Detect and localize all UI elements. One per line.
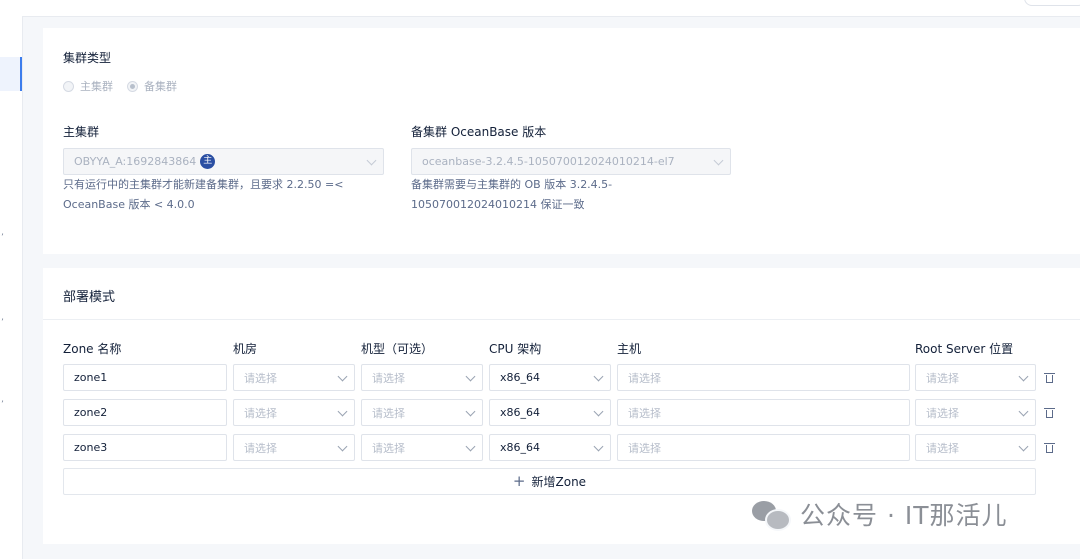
help-line: 只有运行中的主集群才能新建备集群，且要求 2.2.50 =<	[63, 178, 344, 191]
chevron-down-icon	[713, 155, 724, 166]
help-line: OceanBase 版本 < 4.0.0	[63, 198, 195, 211]
trash-icon[interactable]	[1044, 408, 1055, 418]
top-bar-button[interactable]	[1024, 0, 1080, 6]
chevron-down-icon	[593, 441, 604, 452]
radio-circle-checked[interactable]	[127, 80, 138, 92]
primary-badge: 主	[200, 154, 216, 169]
chevron-down-icon	[465, 441, 476, 452]
placeholder: 请选择	[244, 406, 277, 420]
root-server-select[interactable]: 请选择	[915, 434, 1036, 461]
machine-type-select[interactable]: 请选择	[361, 364, 483, 391]
help-line: 备集群需要与主集群的 OB 版本 3.2.4.5-	[411, 178, 613, 191]
cpu-arch-value: x86_64	[500, 371, 541, 384]
sidebar-collapse-mark: ʼ	[1, 318, 4, 328]
cluster-settings-card: 集群类型 主集群 备集群 主集群 OBYYA_A:1692843864 主 只有…	[43, 28, 1080, 254]
add-zone-label: 新增Zone	[531, 475, 587, 489]
primary-cluster-value: OBYYA_A:1692843864	[74, 155, 197, 168]
standby-version-label: 备集群 OceanBase 版本	[411, 125, 547, 139]
zone-name-input[interactable]: zone3	[63, 434, 227, 461]
sidebar: ʼ ʼ ʼ	[0, 0, 23, 559]
chevron-down-icon	[465, 371, 476, 382]
placeholder: 请选择	[926, 441, 959, 455]
watermark-text: 公众号 · IT那活儿	[800, 501, 1008, 530]
root-server-select[interactable]: 请选择	[915, 399, 1036, 426]
help-line: 105070012024010214 保证一致	[411, 198, 585, 211]
col-host: 主机	[617, 342, 642, 356]
radio-standby[interactable]: 备集群	[127, 78, 177, 94]
chevron-down-icon	[337, 406, 348, 417]
col-machine-type: 机型（可选）	[361, 342, 434, 356]
host-select[interactable]: 请选择	[617, 399, 910, 426]
chevron-down-icon	[465, 406, 476, 417]
chevron-down-icon	[593, 406, 604, 417]
radio-standby-label: 备集群	[144, 80, 177, 93]
zone-name-input[interactable]: zone2	[63, 399, 227, 426]
deploy-mode-title: 部署模式	[63, 290, 116, 305]
plus-icon: +	[512, 472, 526, 490]
zone-name-input[interactable]: zone1	[63, 364, 227, 391]
col-zone-name: Zone 名称	[63, 342, 122, 356]
standby-version-select[interactable]: oceanbase-3.2.4.5-105070012024010214-el7	[411, 148, 731, 175]
placeholder: 请选择	[926, 371, 959, 385]
placeholder: 请选择	[628, 371, 661, 385]
sidebar-collapse-mark: ʼ	[1, 233, 4, 243]
primary-cluster-label: 主集群	[63, 125, 100, 139]
idc-select[interactable]: 请选择	[233, 364, 355, 391]
host-select[interactable]: 请选择	[617, 434, 910, 461]
chevron-down-icon	[593, 371, 604, 382]
wechat-icon	[752, 499, 791, 531]
cpu-arch-select[interactable]: x86_64	[489, 434, 611, 461]
cpu-arch-value: x86_64	[500, 406, 541, 419]
col-idc: 机房	[233, 342, 258, 356]
watermark: 公众号 · IT那活儿	[752, 496, 1008, 532]
idc-select[interactable]: 请选择	[233, 399, 355, 426]
chevron-down-icon	[1018, 406, 1029, 417]
cluster-type-radio-group: 主集群 备集群	[63, 78, 185, 94]
primary-cluster-help: 只有运行中的主集群才能新建备集群，且要求 2.2.50 =< OceanBase…	[63, 175, 343, 215]
cluster-type-label: 集群类型	[63, 51, 112, 65]
trash-icon[interactable]	[1044, 443, 1055, 453]
trash-icon[interactable]	[1044, 373, 1055, 383]
chevron-down-icon	[1018, 371, 1029, 382]
placeholder: 请选择	[628, 406, 661, 420]
machine-type-select[interactable]: 请选择	[361, 434, 483, 461]
divider	[43, 319, 1080, 320]
chevron-down-icon	[337, 371, 348, 382]
top-bar	[22, 0, 1080, 17]
sidebar-active-item[interactable]	[0, 57, 22, 91]
placeholder: 请选择	[244, 441, 277, 455]
placeholder: 请选择	[372, 371, 405, 385]
chevron-down-icon	[337, 441, 348, 452]
sidebar-collapse-mark: ʼ	[1, 400, 4, 410]
primary-cluster-select[interactable]: OBYYA_A:1692843864 主	[63, 148, 384, 175]
placeholder: 请选择	[926, 406, 959, 420]
radio-circle[interactable]	[63, 80, 74, 92]
idc-select[interactable]: 请选择	[233, 434, 355, 461]
cpu-arch-select[interactable]: x86_64	[489, 399, 611, 426]
chevron-down-icon	[366, 155, 377, 166]
machine-type-select[interactable]: 请选择	[361, 399, 483, 426]
standby-version-value: oceanbase-3.2.4.5-105070012024010214-el7	[422, 155, 675, 168]
host-select[interactable]: 请选择	[617, 364, 910, 391]
chevron-down-icon	[1018, 441, 1029, 452]
radio-primary[interactable]: 主集群	[63, 78, 113, 94]
standby-version-help: 备集群需要与主集群的 OB 版本 3.2.4.5- 10507001202401…	[411, 175, 612, 215]
placeholder: 请选择	[244, 371, 277, 385]
cpu-arch-value: x86_64	[500, 441, 541, 454]
col-root-server: Root Server 位置	[915, 342, 1014, 356]
placeholder: 请选择	[372, 406, 405, 420]
cpu-arch-select[interactable]: x86_64	[489, 364, 611, 391]
col-cpu-arch: CPU 架构	[489, 342, 542, 356]
root-server-select[interactable]: 请选择	[915, 364, 1036, 391]
placeholder: 请选择	[372, 441, 405, 455]
add-zone-button[interactable]: + 新增Zone	[63, 468, 1036, 495]
placeholder: 请选择	[628, 441, 661, 455]
radio-primary-label: 主集群	[80, 80, 113, 93]
